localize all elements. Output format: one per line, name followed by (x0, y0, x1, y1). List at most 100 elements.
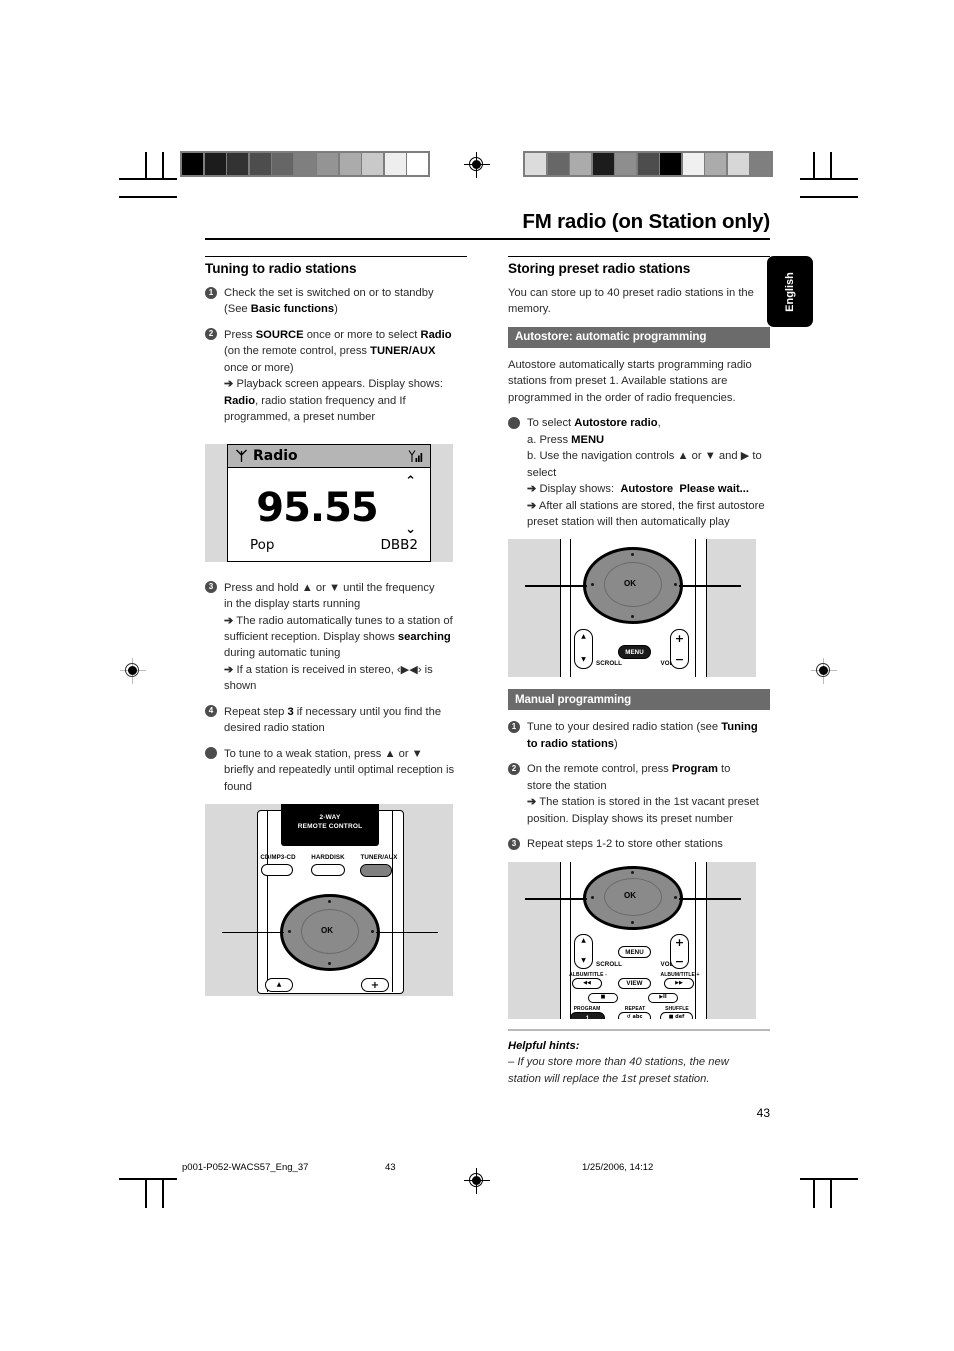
page-number: 43 (756, 1106, 770, 1120)
instruction-step: 3 Repeat steps 1-2 to store other station… (508, 836, 770, 852)
nav-dot-left[interactable] (591, 895, 594, 899)
left-column: Tuning to radio stations 1 Check the set … (205, 256, 467, 1120)
footer-page: 43 (385, 1162, 396, 1173)
crop-mark-bottom-right-v (830, 1180, 832, 1208)
crop-mark-top-right-v (830, 152, 832, 180)
volume-minus-icon: − (674, 954, 685, 968)
remote-control-figure-tuner: 2-WAY REMOTE CONTROL CD/MP3-CD HARDDISK … (205, 804, 453, 997)
color-swatch (317, 153, 338, 175)
remote-edge-line-left (570, 539, 572, 678)
shuffle-icon: ■ def (668, 1013, 685, 1019)
shuffle-label: SHUFFLE (665, 1005, 689, 1012)
color-swatch (249, 153, 271, 175)
harddisk-button[interactable] (311, 864, 345, 877)
lcd-frequency: 95.55 (256, 484, 379, 531)
storing-intro-paragraph: You can store up to 40 preset radio stat… (508, 287, 754, 316)
autostore-bullet: To select Autostore radio, a. Press MENU b… (508, 415, 770, 530)
volume-plus-icon: + (674, 632, 685, 646)
color-swatch (750, 153, 771, 175)
program-number: 1 (585, 1014, 590, 1019)
scroll-up-icon: ▲ (581, 936, 586, 944)
color-swatch (294, 153, 316, 175)
manual-steps-group: 1 Tune to your desired radio station (see… (508, 719, 770, 852)
remote-edge-line-right (695, 861, 697, 1019)
album-title-plus-label: ALBUM/TITLE + (660, 971, 700, 978)
remote-ir-window: 2-WAY REMOTE CONTROL (281, 804, 379, 847)
color-swatch (592, 153, 614, 175)
hints-divider (508, 1028, 770, 1031)
callout-line-left (525, 585, 587, 587)
nav-dot-down[interactable] (631, 920, 634, 924)
crop-mark-top-left-h2 (119, 196, 177, 198)
helpful-hints-title: Helpful hints: (508, 1039, 580, 1052)
callout-line-left (222, 932, 284, 934)
step-marker: 2 (508, 762, 520, 775)
crop-mark-bottom-right-h (800, 1178, 858, 1180)
remote-top-label-1: 2-WAY (319, 814, 341, 822)
instruction-step: 1 Tune to your desired radio station (see… (508, 719, 770, 752)
right-section-title: Storing preset radio stations (508, 261, 691, 276)
color-calibration-bar-left (180, 151, 430, 177)
lcd-genre: Pop (250, 536, 275, 553)
crop-mark-top-right-h2 (800, 196, 858, 198)
step-marker (205, 747, 217, 760)
language-tab: English (767, 256, 813, 327)
ok-button-label: OK (321, 926, 333, 936)
color-swatch (705, 153, 726, 175)
crop-mark-bottom-left-v2 (162, 1180, 164, 1208)
lcd-status-bar: Radio (228, 444, 430, 468)
registration-mark-bottom (464, 1168, 490, 1194)
button-label-harddisk: HARDDISK (311, 854, 345, 862)
callout-line-left (525, 897, 587, 900)
remote-edge-line-right (695, 539, 697, 678)
tuner-aux-button[interactable] (360, 864, 392, 878)
lcd-source-label: Radio (253, 447, 298, 464)
volume-plus-icon: + (674, 935, 685, 949)
radio-display-figure: Radio ⌃ 95.55 ⌄ Pop DBB2 (205, 443, 453, 562)
cd-mp3-cd-button[interactable] (261, 864, 293, 877)
color-swatch (547, 153, 569, 175)
registration-mark-top (464, 152, 490, 178)
page-content: FM radio (on Station only) Tuning to rad… (205, 210, 770, 1120)
instruction-step: 2 On the remote control, press Program to… (508, 761, 770, 827)
color-swatch (407, 153, 428, 175)
color-swatch (227, 153, 248, 175)
autostore-bullet-text: To select Autostore radio, a. Press MENU b… (527, 417, 765, 528)
color-swatch (339, 153, 361, 175)
footer-filename: p001-P052-WACS57_Eng_37 (182, 1162, 309, 1173)
scroll-down-icon: ▼ (581, 656, 586, 664)
left-section-title: Tuning to radio stations (205, 261, 357, 276)
color-swatch (682, 153, 704, 175)
step-marker: 3 (508, 837, 520, 850)
instruction-step: 3 Press and hold ▲ or ▼ until the frequen… (205, 580, 467, 695)
step-marker (508, 416, 520, 429)
crop-mark-bottom-right-v2 (813, 1180, 815, 1208)
step-text: Press and hold ▲ or ▼ until the frequenc… (224, 581, 453, 693)
ok-button-label: OK (624, 579, 636, 589)
ok-button-label: OK (624, 890, 636, 900)
previous-track-icon: ◀◀ (583, 979, 591, 986)
remote-control-figure-program: OK ▲ ▼ SCROLL MENU VOL + − ALBUM/TITLE - (508, 861, 756, 1019)
instruction-step: 4 Repeat step 3 if necessary until you fi… (205, 704, 467, 737)
nav-dot-up[interactable] (631, 870, 634, 874)
color-swatch (182, 153, 203, 175)
volume-plus-icon: + (370, 980, 380, 992)
step-text: Repeat steps 1-2 to store other stations (527, 838, 723, 851)
step-text: To tune to a weak station, press ▲ or ▼ b… (224, 747, 455, 793)
chevron-down-icon: ⌄ (405, 521, 416, 537)
autostore-bullet-group: To select Autostore radio, a. Press MENU b… (508, 415, 770, 530)
color-swatch (525, 153, 546, 175)
crop-mark-bottom-left-h (119, 1178, 177, 1180)
registration-mark-right (811, 658, 837, 684)
manual-band-heading: Manual programming (508, 689, 770, 711)
remote-edge-line-right (392, 810, 394, 993)
step-text: Check the set is switched on or to stand… (224, 287, 434, 316)
callout-line-right (376, 932, 438, 934)
callout-line-right (679, 585, 741, 587)
step-marker: 4 (205, 705, 217, 718)
color-swatch (615, 153, 636, 175)
nav-dot-right[interactable] (674, 895, 677, 899)
color-swatch (384, 153, 406, 175)
registration-mark-left (120, 658, 146, 684)
remote-control-figure-menu: OK ▲ ▼ SCROLL MENU VOL + − (508, 539, 756, 678)
